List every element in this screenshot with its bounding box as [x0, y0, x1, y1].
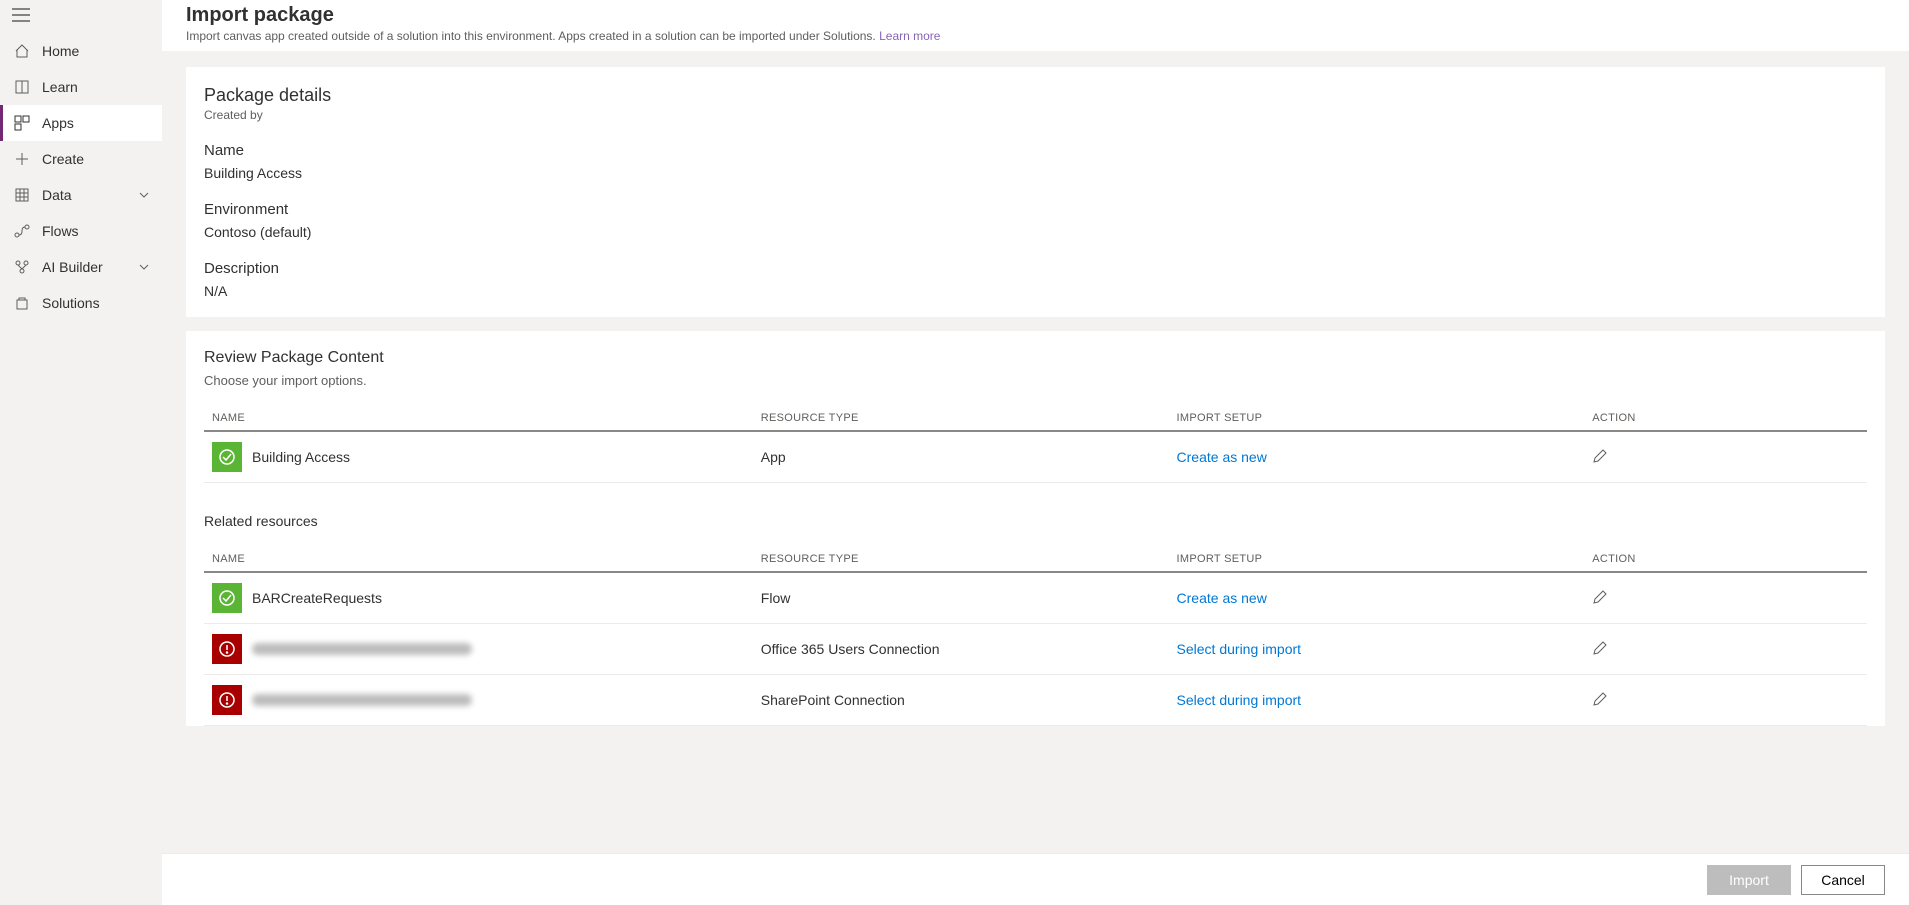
- package-content-table: NAME RESOURCE TYPE IMPORT SETUP ACTION B…: [204, 406, 1867, 483]
- sidebar-item-label: Learn: [42, 79, 78, 95]
- edit-action-button[interactable]: [1592, 592, 1608, 608]
- status-error-icon: [212, 634, 242, 664]
- related-resources-label: Related resources: [204, 513, 1885, 529]
- environment-label: Environment: [204, 201, 1867, 218]
- redacted-name: [252, 643, 472, 655]
- table-row: BARCreateRequests Flow Create as new: [204, 572, 1867, 624]
- col-setup: IMPORT SETUP: [1169, 547, 1585, 572]
- sidebar-item-label: Solutions: [42, 295, 100, 311]
- table-row: Office 365 Users Connection Select durin…: [204, 624, 1867, 675]
- package-details-title: Package details: [204, 85, 1867, 106]
- chevron-down-icon: [136, 187, 152, 203]
- footer-bar: Import Cancel: [162, 853, 1909, 905]
- name-label: Name: [204, 142, 1867, 159]
- sidebar-item-data[interactable]: Data: [0, 177, 162, 213]
- sidebar-item-ai-builder[interactable]: AI Builder: [0, 249, 162, 285]
- page-title: Import package: [186, 4, 1885, 27]
- solutions-icon: [14, 295, 30, 311]
- sidebar-item-label: Flows: [42, 223, 79, 239]
- edit-action-button[interactable]: [1592, 694, 1608, 710]
- review-subtitle: Choose your import options.: [204, 373, 1867, 388]
- learn-more-link[interactable]: Learn more: [879, 29, 940, 43]
- col-action: ACTION: [1584, 547, 1867, 572]
- edit-action-button[interactable]: [1592, 643, 1608, 659]
- main: Import package Import canvas app created…: [162, 0, 1909, 905]
- ai-icon: [14, 259, 30, 275]
- status-ok-icon: [212, 442, 242, 472]
- page-header: Import package Import canvas app created…: [162, 0, 1909, 51]
- edit-action-button[interactable]: [1592, 451, 1608, 467]
- resource-type: Flow: [753, 572, 1169, 624]
- sidebar: Home Learn Apps Create Data Flows AI Bui…: [0, 0, 162, 905]
- description-label: Description: [204, 260, 1867, 277]
- package-details-card: Package details Created by Name Building…: [186, 67, 1885, 317]
- book-icon: [14, 79, 30, 95]
- related-resources-table: NAME RESOURCE TYPE IMPORT SETUP ACTION B…: [204, 547, 1867, 726]
- resource-type: SharePoint Connection: [753, 675, 1169, 726]
- review-package-card: Review Package Content Choose your impor…: [186, 331, 1885, 726]
- data-icon: [14, 187, 30, 203]
- col-type: RESOURCE TYPE: [753, 547, 1169, 572]
- import-setup-link[interactable]: Create as new: [1177, 449, 1267, 465]
- sidebar-item-learn[interactable]: Learn: [0, 69, 162, 105]
- created-by-label: Created by: [204, 108, 1867, 122]
- flow-icon: [14, 223, 30, 239]
- sidebar-item-label: Data: [42, 187, 72, 203]
- chevron-down-icon: [136, 259, 152, 275]
- environment-value: Contoso (default): [204, 224, 1867, 240]
- col-type: RESOURCE TYPE: [753, 406, 1169, 431]
- resource-name: Building Access: [252, 449, 350, 465]
- home-icon: [14, 43, 30, 59]
- status-ok-icon: [212, 583, 242, 613]
- sidebar-item-home[interactable]: Home: [0, 33, 162, 69]
- resource-type: App: [753, 431, 1169, 483]
- col-action: ACTION: [1584, 406, 1867, 431]
- status-error-icon: [212, 685, 242, 715]
- cancel-button[interactable]: Cancel: [1801, 865, 1885, 895]
- page-subtitle: Import canvas app created outside of a s…: [186, 29, 1885, 43]
- sidebar-item-flows[interactable]: Flows: [0, 213, 162, 249]
- sidebar-item-create[interactable]: Create: [0, 141, 162, 177]
- import-setup-link[interactable]: Select during import: [1177, 692, 1302, 708]
- resource-type: Office 365 Users Connection: [753, 624, 1169, 675]
- sidebar-item-apps[interactable]: Apps: [0, 105, 162, 141]
- hamburger-button[interactable]: [0, 0, 162, 33]
- sidebar-item-label: Home: [42, 43, 79, 59]
- import-setup-link[interactable]: Create as new: [1177, 590, 1267, 606]
- sidebar-item-label: Create: [42, 151, 84, 167]
- col-name: NAME: [204, 547, 753, 572]
- redacted-name: [252, 694, 472, 706]
- sidebar-item-label: Apps: [42, 115, 74, 131]
- apps-icon: [14, 115, 30, 131]
- plus-icon: [14, 151, 30, 167]
- name-value: Building Access: [204, 165, 1867, 181]
- description-value: N/A: [204, 283, 1867, 299]
- sidebar-item-label: AI Builder: [42, 259, 103, 275]
- menu-icon: [12, 8, 30, 22]
- sidebar-item-solutions[interactable]: Solutions: [0, 285, 162, 321]
- table-row: SharePoint Connection Select during impo…: [204, 675, 1867, 726]
- import-button[interactable]: Import: [1707, 865, 1791, 895]
- resource-name: BARCreateRequests: [252, 590, 382, 606]
- review-title: Review Package Content: [204, 349, 1867, 367]
- col-name: NAME: [204, 406, 753, 431]
- table-row: Building Access App Create as new: [204, 431, 1867, 483]
- import-setup-link[interactable]: Select during import: [1177, 641, 1302, 657]
- content-area: Package details Created by Name Building…: [162, 51, 1909, 853]
- col-setup: IMPORT SETUP: [1169, 406, 1585, 431]
